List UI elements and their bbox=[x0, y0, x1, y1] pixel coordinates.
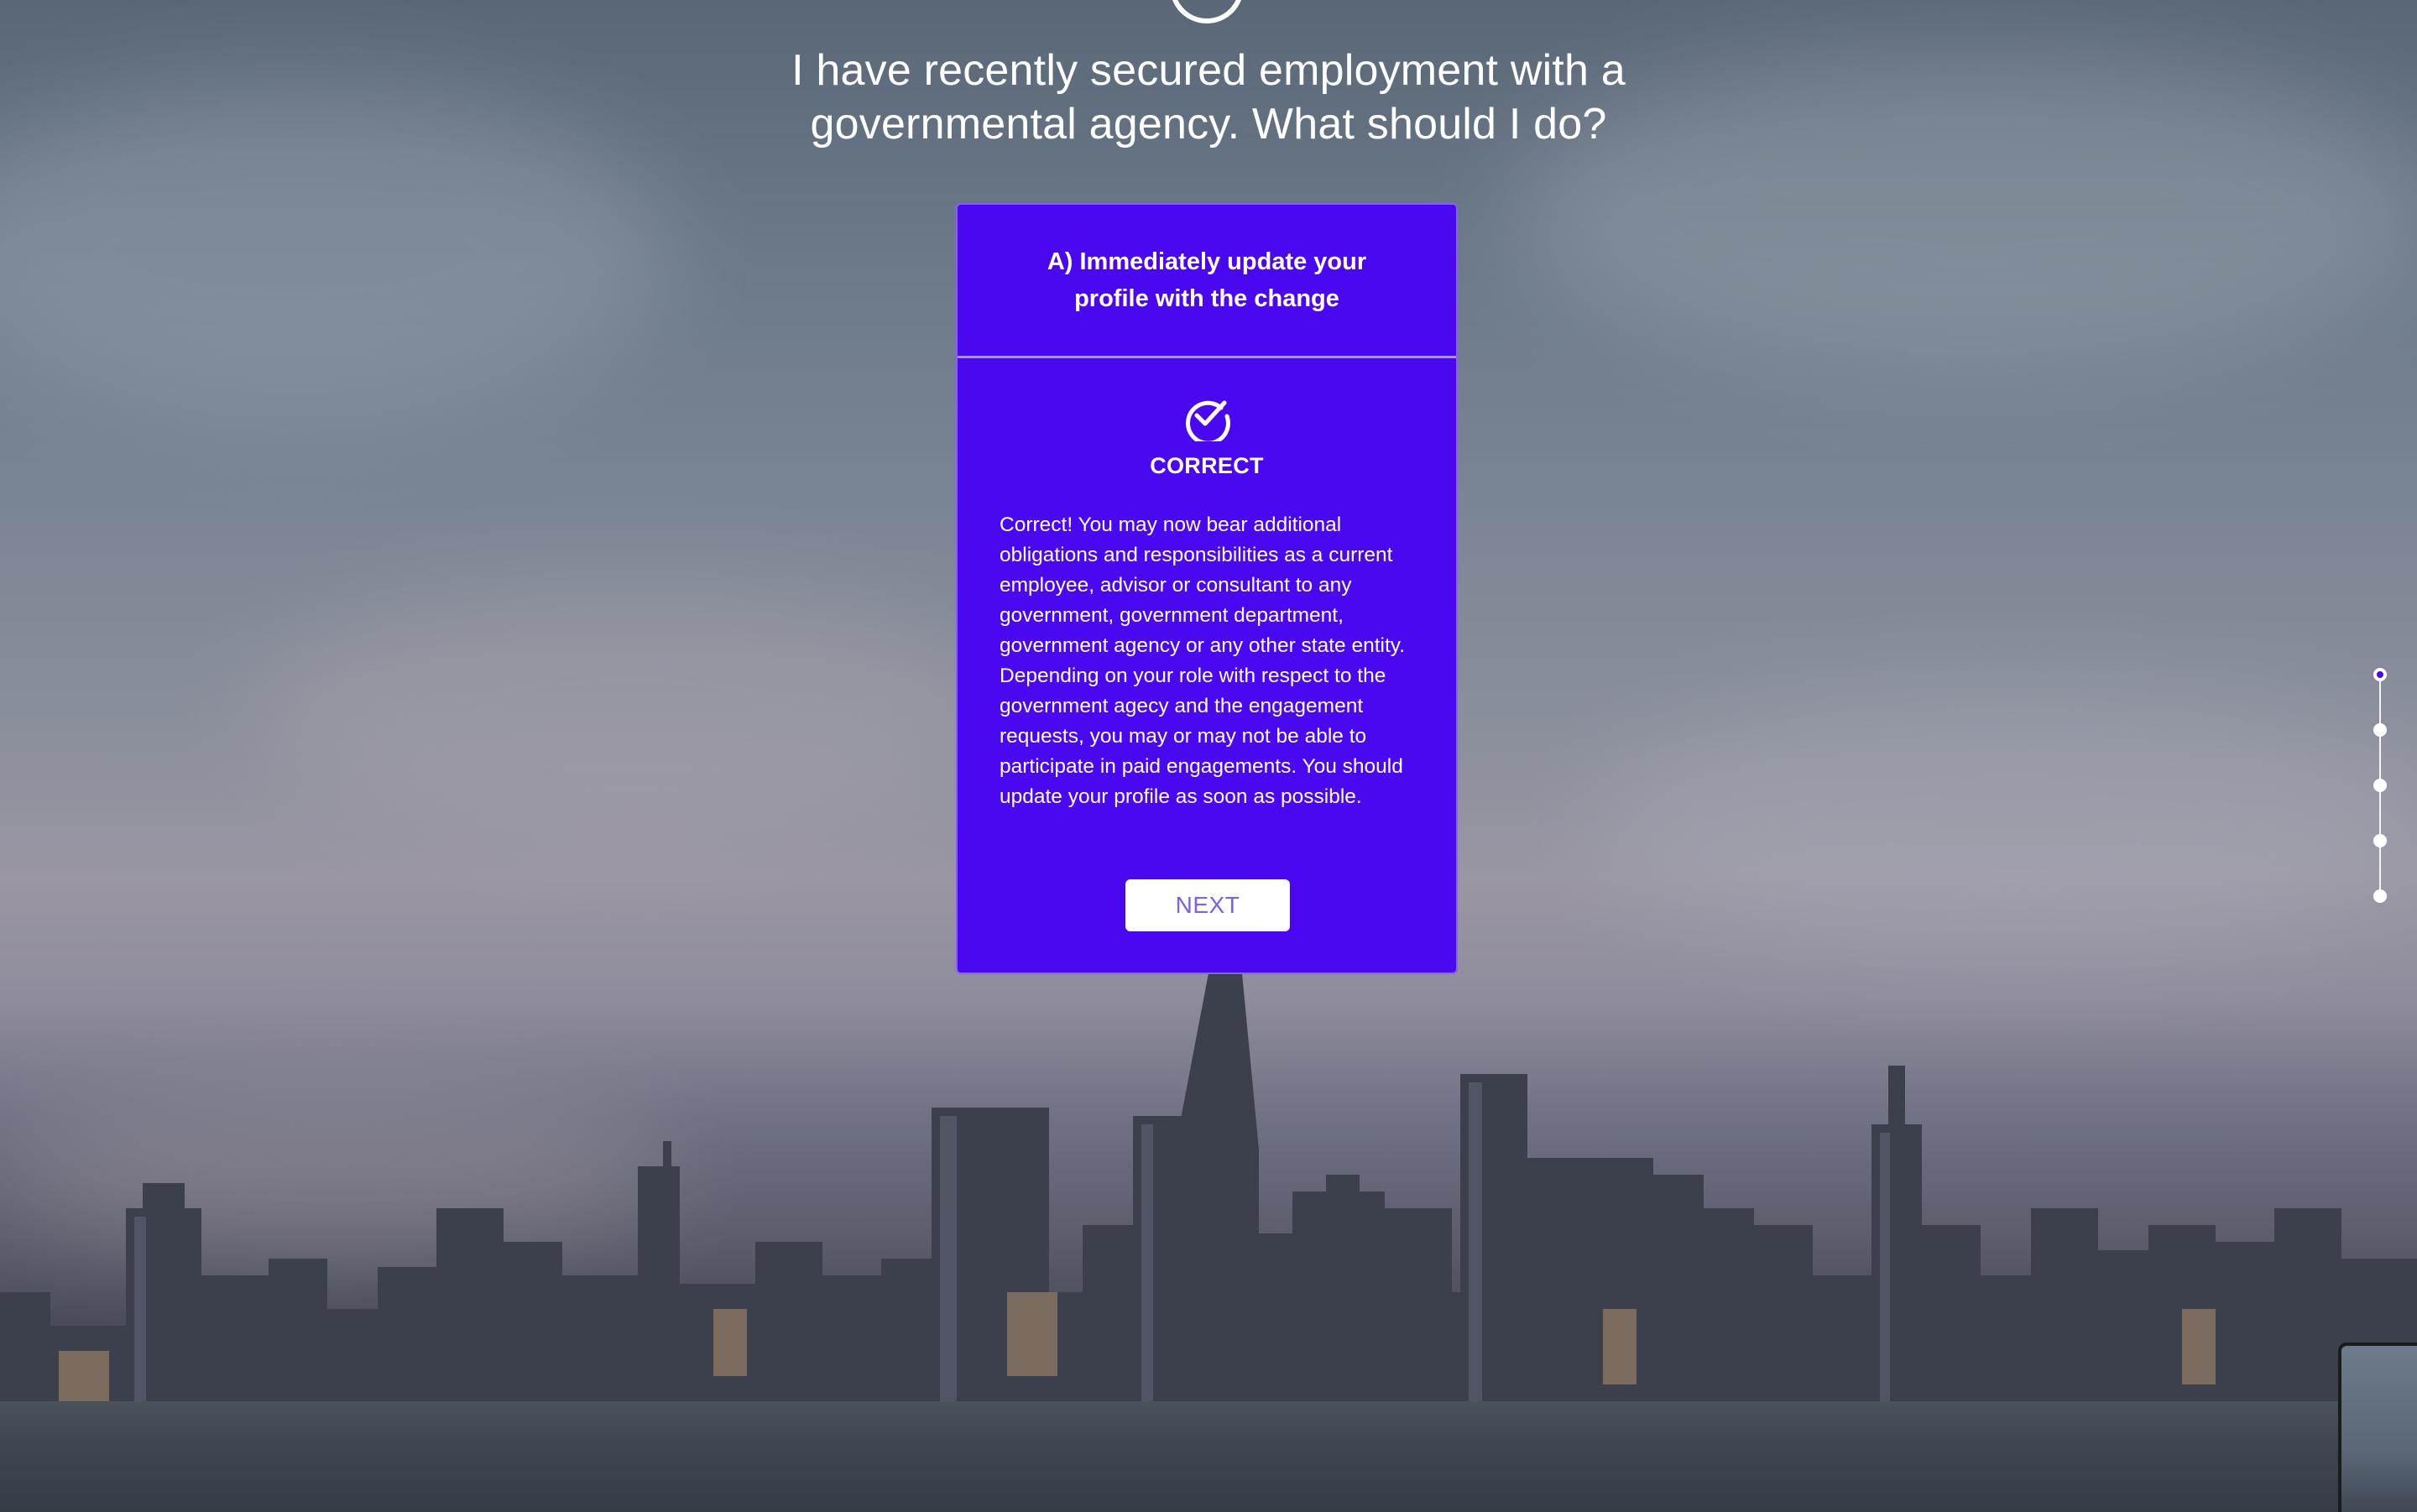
preview-thumbnail[interactable] bbox=[2338, 1343, 2417, 1512]
background-cloud bbox=[0, 84, 671, 420]
question-title: I have recently secured employment with … bbox=[791, 46, 1626, 149]
progress-step-3[interactable] bbox=[2373, 779, 2387, 792]
card-divider bbox=[958, 356, 1456, 358]
background-cloud bbox=[252, 587, 1007, 839]
progress-circle-icon bbox=[1170, 0, 1244, 23]
water-background bbox=[0, 1401, 2417, 1512]
result-status-label: CORRECT bbox=[1150, 453, 1264, 478]
check-circle-icon bbox=[1186, 400, 1230, 441]
answer-feedback-card: A) Immediately update your profile with … bbox=[956, 203, 1458, 974]
progress-step-4[interactable] bbox=[2373, 834, 2387, 847]
progress-step-2[interactable] bbox=[2373, 723, 2387, 737]
background-cloud bbox=[1595, 688, 2417, 957]
progress-step-1[interactable] bbox=[2373, 668, 2387, 681]
next-button[interactable]: NEXT bbox=[1125, 879, 1290, 931]
answer-explanation: Correct! You may now bear additional obl… bbox=[1000, 514, 1406, 808]
selected-answer: A) Immediately update your profile with … bbox=[1047, 248, 1367, 312]
quiz-page: I have recently secured employment with … bbox=[0, 0, 2417, 1512]
question-progress-nav bbox=[2370, 668, 2390, 903]
progress-step-5[interactable] bbox=[2373, 889, 2387, 903]
city-skyline-image bbox=[0, 957, 2417, 1426]
